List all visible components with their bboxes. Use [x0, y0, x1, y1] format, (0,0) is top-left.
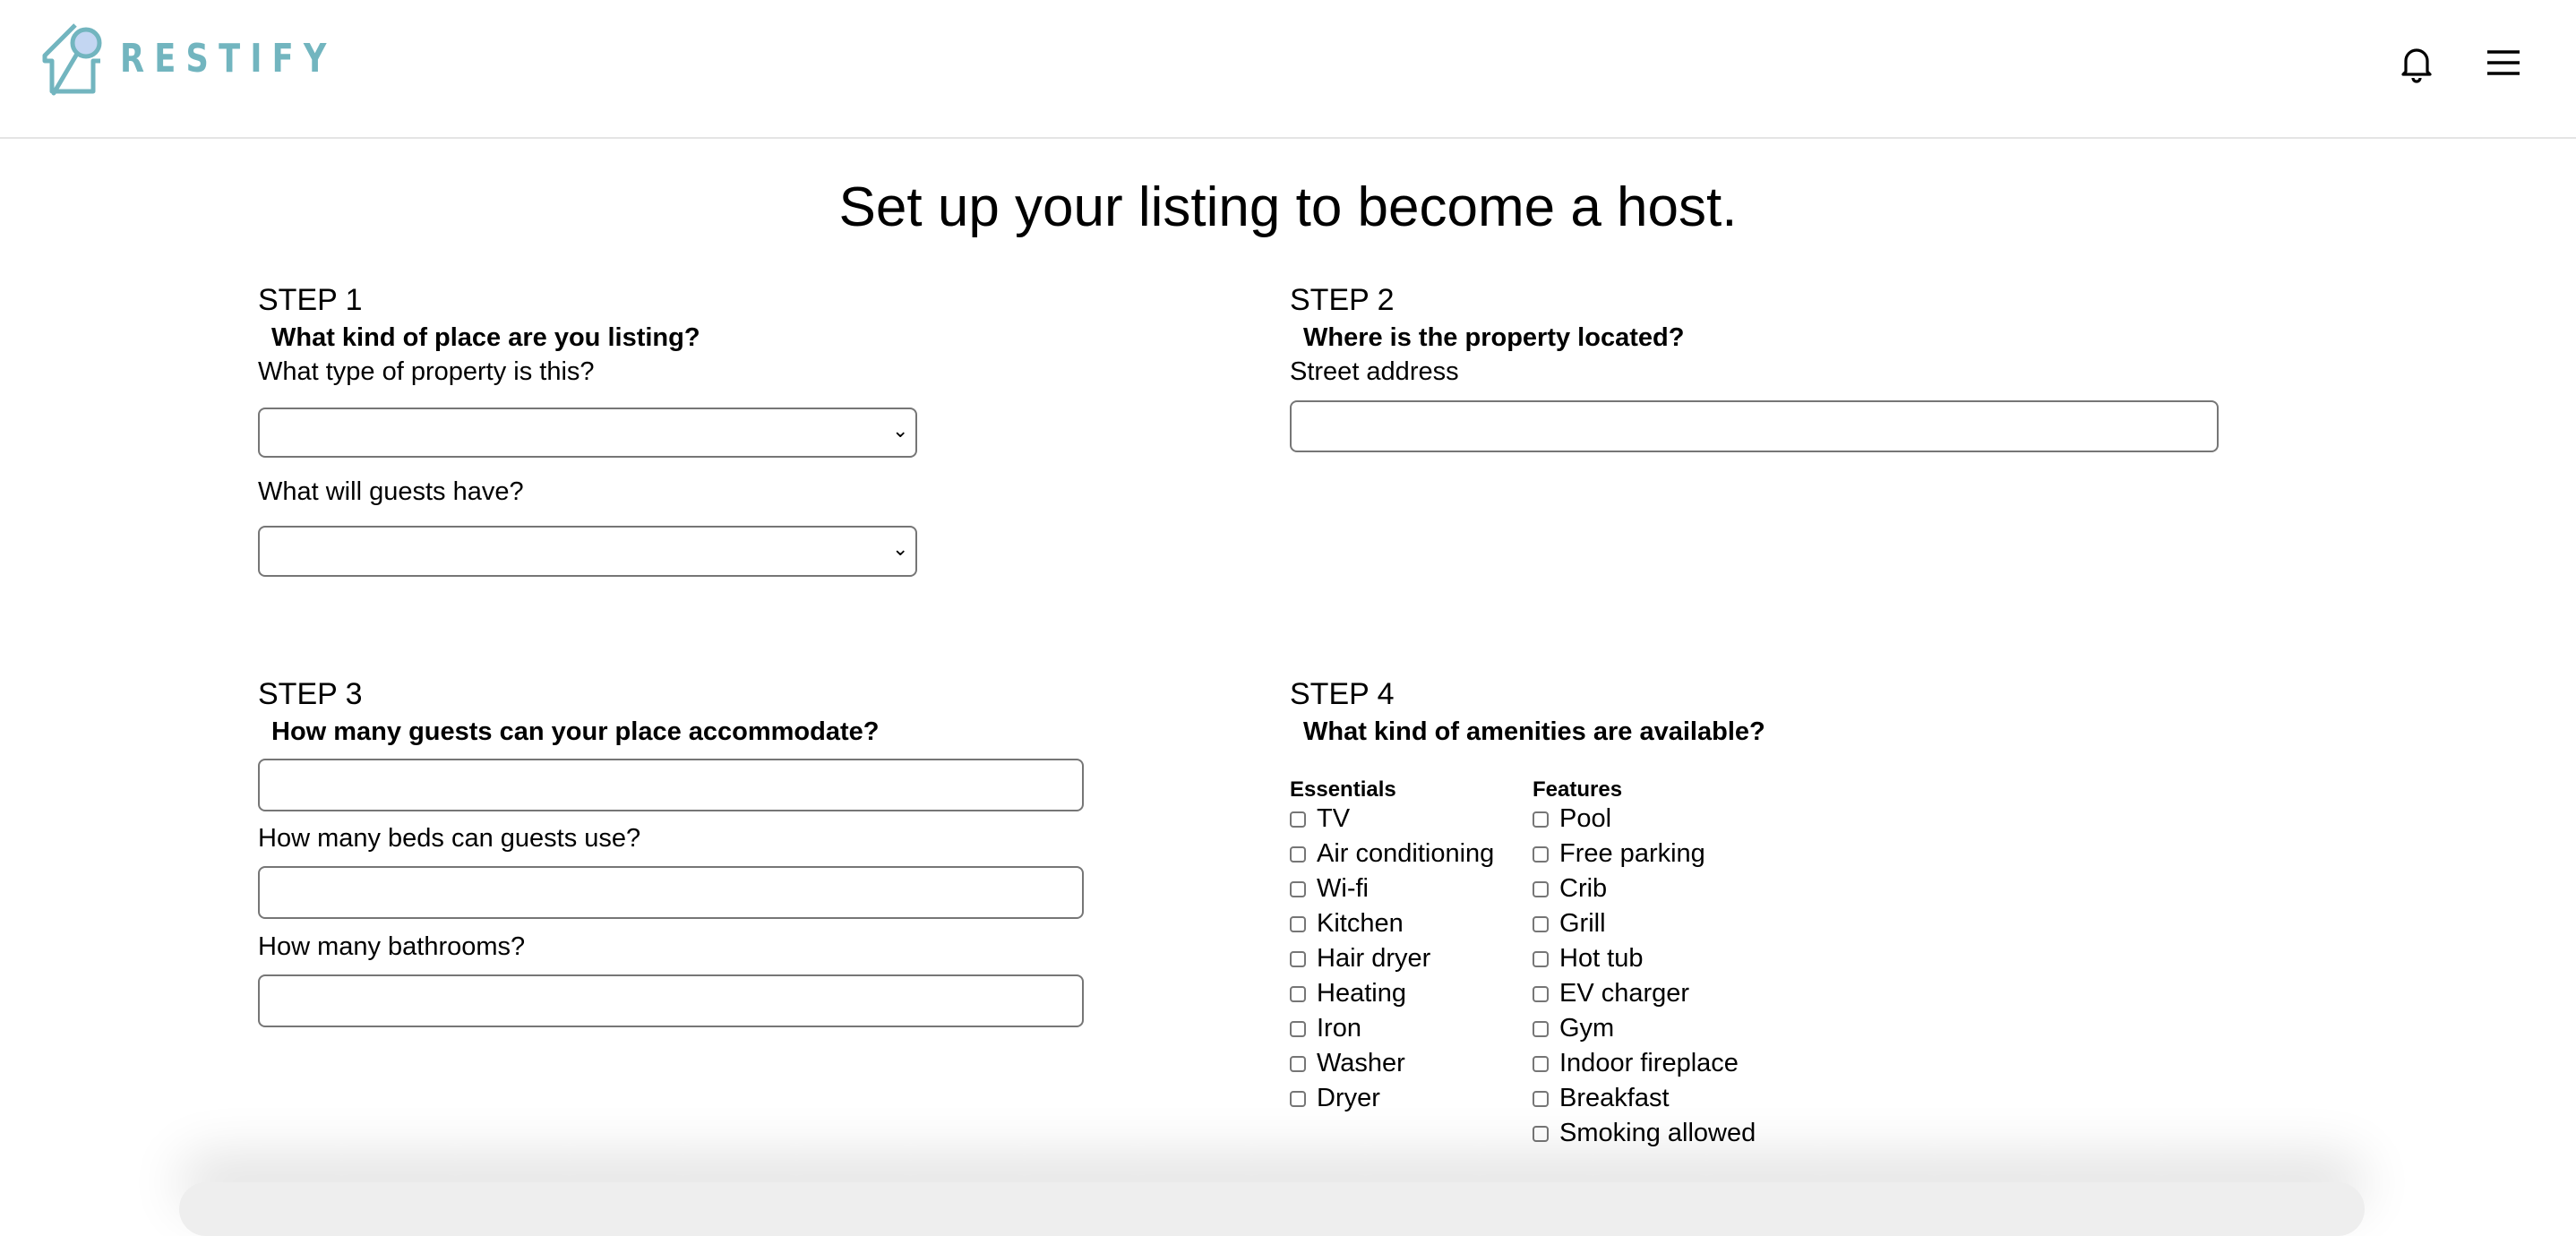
- amenity-heating[interactable]: Heating: [1290, 979, 1406, 1009]
- amenity-kitchen[interactable]: Kitchen: [1290, 909, 1404, 939]
- checkbox[interactable]: [1290, 950, 1306, 967]
- amenity-label: Free parking: [1559, 839, 1705, 868]
- amenity-label: Hair dryer: [1317, 944, 1431, 973]
- amenity-label: Gym: [1559, 1014, 1615, 1043]
- checkbox[interactable]: [1533, 915, 1549, 932]
- amenity-gym[interactable]: Gym: [1533, 1014, 1614, 1043]
- amenity-label: Heating: [1317, 979, 1406, 1008]
- checkbox[interactable]: [1290, 880, 1306, 897]
- amenity-label: EV charger: [1559, 979, 1690, 1008]
- guests-have-select[interactable]: [258, 526, 917, 577]
- property-type-select[interactable]: [258, 408, 917, 458]
- step1-heading: What kind of place are you listing?: [271, 323, 700, 352]
- property-type-label: What type of property is this?: [258, 357, 595, 386]
- amenity-free-parking[interactable]: Free parking: [1533, 839, 1705, 869]
- amenity-indoor-fireplace[interactable]: Indoor fireplace: [1533, 1049, 1739, 1078]
- beds-label: How many beds can guests use?: [258, 824, 641, 853]
- checkbox[interactable]: [1290, 1055, 1306, 1072]
- guests-have-label: What will guests have?: [258, 477, 524, 506]
- amenity-label: Hot tub: [1559, 944, 1644, 973]
- amenity-label: TV: [1317, 804, 1351, 833]
- street-address-label: Street address: [1290, 357, 1459, 386]
- top-nav: RESTIFY: [0, 0, 2576, 139]
- step2-label: STEP 2: [1290, 283, 1395, 317]
- amenity-label: Dryer: [1317, 1084, 1380, 1112]
- checkbox[interactable]: [1290, 985, 1306, 1002]
- checkbox[interactable]: [1290, 1090, 1306, 1107]
- amenity-grill[interactable]: Grill: [1533, 909, 1606, 939]
- step3-heading: How many guests can your place accommoda…: [271, 717, 880, 746]
- checkbox[interactable]: [1533, 845, 1549, 863]
- amenity-tv[interactable]: TV: [1290, 804, 1350, 834]
- amenity-smoking-allowed[interactable]: Smoking allowed: [1533, 1119, 1756, 1148]
- amenity-label: Grill: [1559, 909, 1606, 938]
- amenity-label: Indoor fireplace: [1559, 1049, 1739, 1077]
- restify-logo[interactable]: RESTIFY: [39, 18, 391, 99]
- checkbox[interactable]: [1533, 880, 1549, 897]
- street-address-input[interactable]: [1290, 400, 2219, 452]
- checkbox[interactable]: [1533, 985, 1549, 1002]
- bathrooms-label: How many bathrooms?: [258, 932, 526, 961]
- checkbox[interactable]: [1533, 1125, 1549, 1142]
- step2-heading: Where is the property located?: [1303, 323, 1685, 352]
- checkbox[interactable]: [1290, 811, 1306, 828]
- amenity-breakfast[interactable]: Breakfast: [1533, 1084, 1670, 1113]
- amenity-label: Smoking allowed: [1559, 1119, 1756, 1147]
- checkbox[interactable]: [1533, 1020, 1549, 1037]
- checkbox[interactable]: [1533, 811, 1549, 828]
- amenity-label: Breakfast: [1559, 1084, 1670, 1112]
- step3-label: STEP 3: [258, 677, 363, 711]
- amenity-iron[interactable]: Iron: [1290, 1014, 1361, 1043]
- step1-label: STEP 1: [258, 283, 363, 317]
- checkbox[interactable]: [1533, 1090, 1549, 1107]
- amenity-washer[interactable]: Washer: [1290, 1049, 1405, 1078]
- amenity-wi-fi[interactable]: Wi-fi: [1290, 874, 1369, 904]
- amenity-crib[interactable]: Crib: [1533, 874, 1607, 904]
- amenity-label: Wi-fi: [1317, 874, 1369, 903]
- amenity-label: Kitchen: [1317, 909, 1404, 938]
- amenity-label: Air conditioning: [1317, 839, 1495, 868]
- beds-input[interactable]: [258, 866, 1084, 919]
- step4-heading: What kind of amenities are available?: [1303, 717, 1765, 746]
- step4-label: STEP 4: [1290, 677, 1395, 711]
- amenity-label: Iron: [1317, 1014, 1361, 1043]
- bell-icon[interactable]: [2395, 41, 2438, 84]
- checkbox[interactable]: [1290, 915, 1306, 932]
- guests-input[interactable]: [258, 759, 1084, 811]
- brand-name: RESTIFY: [120, 35, 337, 82]
- hamburger-menu-icon[interactable]: [2482, 41, 2525, 84]
- amenity-hot-tub[interactable]: Hot tub: [1533, 944, 1644, 974]
- page-title: Set up your listing to become a host.: [838, 176, 1738, 238]
- amenity-ev-charger[interactable]: EV charger: [1533, 979, 1689, 1009]
- amenity-label: Pool: [1559, 804, 1612, 833]
- checkbox[interactable]: [1533, 950, 1549, 967]
- amenity-air-conditioning[interactable]: Air conditioning: [1290, 839, 1494, 869]
- footer-shadow: [179, 1182, 2365, 1236]
- amenity-pool[interactable]: Pool: [1533, 804, 1611, 834]
- essentials-heading: Essentials: [1290, 777, 1396, 802]
- checkbox[interactable]: [1533, 1055, 1549, 1072]
- checkbox[interactable]: [1290, 1020, 1306, 1037]
- bathrooms-input[interactable]: [258, 974, 1084, 1027]
- features-heading: Features: [1533, 777, 1623, 802]
- amenity-label: Washer: [1317, 1049, 1405, 1077]
- checkbox[interactable]: [1290, 845, 1306, 863]
- house-search-icon: [42, 23, 102, 96]
- amenity-hair-dryer[interactable]: Hair dryer: [1290, 944, 1430, 974]
- amenity-label: Crib: [1559, 874, 1608, 903]
- amenity-dryer[interactable]: Dryer: [1290, 1084, 1380, 1113]
